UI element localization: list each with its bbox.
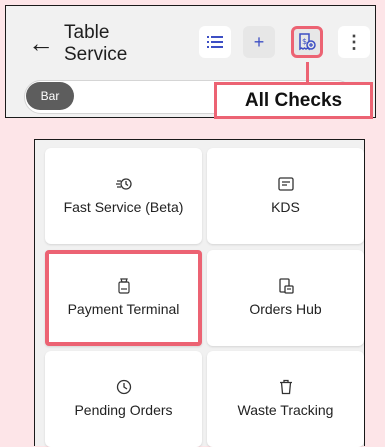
tile-orders-hub[interactable]: Orders Hub: [207, 250, 364, 346]
plus-icon: +: [253, 31, 265, 52]
orders-hub-icon: [278, 278, 294, 294]
more-vertical-icon: ⋮: [345, 31, 363, 52]
tile-label: KDS: [271, 199, 300, 215]
tile-label: Payment Terminal: [67, 301, 180, 317]
tile-pending-orders[interactable]: Pending Orders: [45, 351, 202, 447]
tile-label: Waste Tracking: [237, 402, 334, 418]
page-title-line2: Service: [64, 44, 128, 65]
trash-icon: [279, 379, 292, 395]
receipt-add-icon: $: [299, 33, 316, 51]
tile-waste-tracking[interactable]: Waste Tracking: [207, 351, 364, 447]
page-title: Table Service: [64, 22, 127, 66]
pending-clock-icon: [116, 379, 131, 395]
page-title-line1: Table: [64, 22, 110, 43]
kds-icon: [277, 177, 294, 191]
fast-service-icon: [115, 178, 132, 190]
tile-label: Orders Hub: [249, 301, 322, 317]
tile-fast-service[interactable]: Fast Service (Beta): [45, 148, 202, 244]
app-menu-grid: Fast Service (Beta) KDS Payment Terminal…: [34, 139, 365, 447]
tile-payment-terminal[interactable]: Payment Terminal: [45, 250, 202, 346]
all-checks-callout: All Checks: [214, 82, 373, 119]
filter-chip-bar[interactable]: Bar: [26, 82, 74, 110]
all-checks-button[interactable]: $: [291, 26, 323, 58]
more-options-button[interactable]: ⋮: [338, 26, 370, 58]
tile-label: Fast Service (Beta): [63, 199, 184, 215]
payment-terminal-icon: [117, 278, 130, 294]
list-icon: [207, 36, 223, 48]
tile-label: Pending Orders: [74, 402, 173, 418]
list-view-button[interactable]: [199, 26, 231, 58]
add-button[interactable]: +: [243, 26, 275, 58]
arrow-left-icon[interactable]: ←: [28, 30, 54, 56]
tile-kds[interactable]: KDS: [207, 148, 364, 244]
